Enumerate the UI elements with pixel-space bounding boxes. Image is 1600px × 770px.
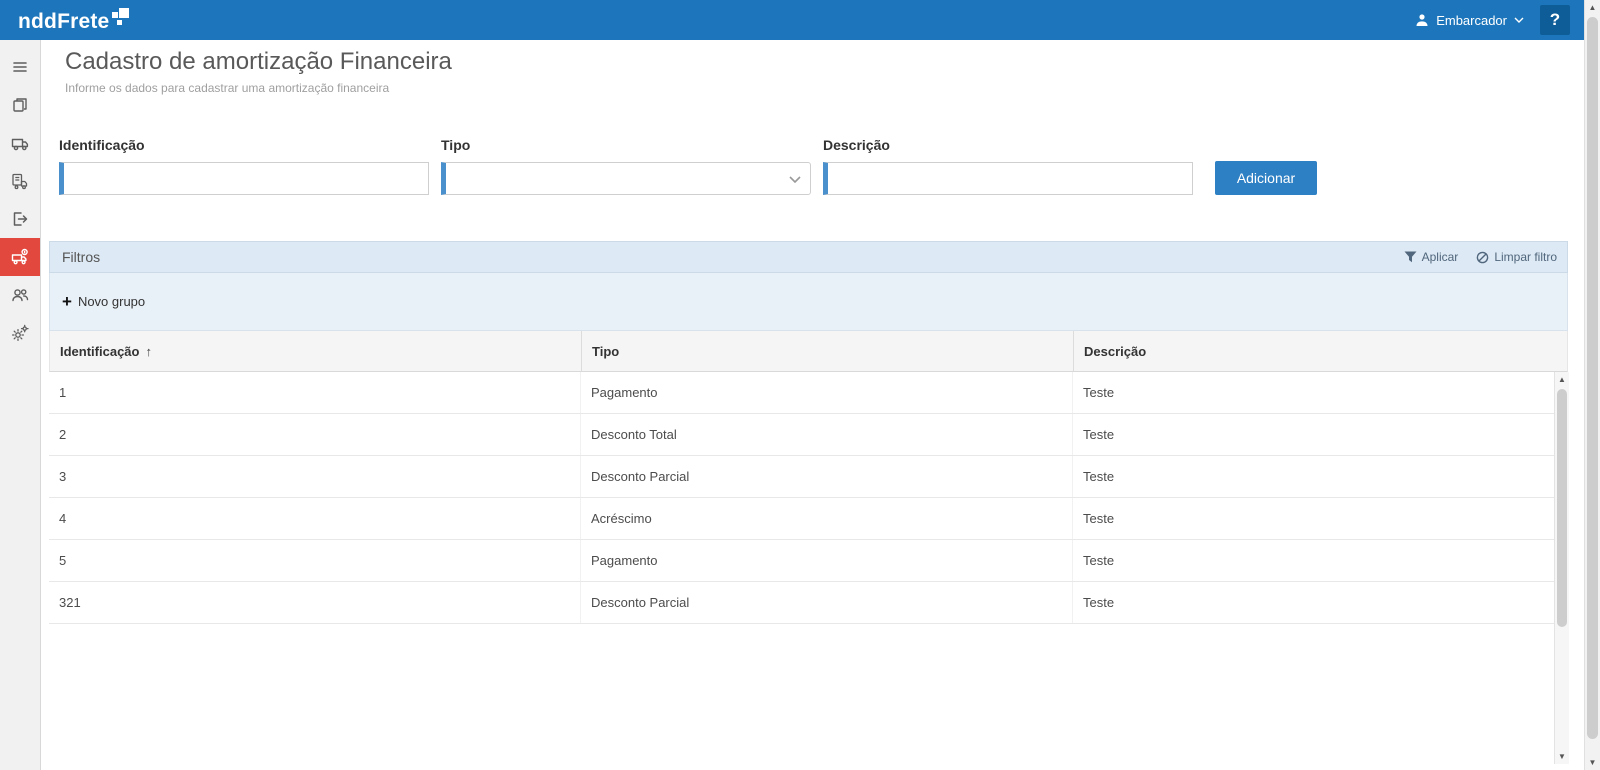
filters-and-table-panel: Filtros Aplicar Limpar filtro [49,241,1568,764]
table-cell: Teste [1073,540,1568,581]
settings-gears-icon [11,324,29,342]
chevron-down-icon [1514,17,1524,23]
select-chevron-down-icon [789,176,801,183]
adicionar-button[interactable]: Adicionar [1215,161,1317,195]
menu-icon [11,58,29,76]
table-cell: Desconto Total [581,414,1073,455]
identificacao-label: Identificação [59,137,429,153]
help-button[interactable]: ? [1540,5,1570,35]
column-header-tipo[interactable]: Tipo [582,331,1074,371]
scroll-down-icon[interactable]: ▼ [1585,755,1600,770]
page-scrollbar-thumb[interactable] [1587,17,1598,739]
plus-icon: + [62,293,72,310]
table-row[interactable]: 4AcréscimoTeste [49,498,1568,540]
sidebar-item-shipments[interactable] [0,162,40,200]
clear-filter-label: Limpar filtro [1494,250,1557,264]
users-icon [11,286,29,304]
brand-text: nddFrete [18,11,109,32]
sidebar-item-exit[interactable] [0,200,40,238]
table-cell: Teste [1073,456,1568,497]
user-icon [1415,13,1429,27]
clear-filter-button[interactable]: Limpar filtro [1476,250,1557,264]
apply-filter-button[interactable]: Aplicar [1404,250,1459,264]
table-cell: 5 [49,540,581,581]
table-body: ▲ ▼ 1PagamentoTeste2Desconto TotalTeste3… [49,372,1568,764]
sidebar-item-documents[interactable] [0,86,40,124]
table-cell: Teste [1073,498,1568,539]
filters-title: Filtros [62,249,100,265]
truck-icon [11,134,29,152]
sidebar-item-menu[interactable] [0,48,40,86]
table-row[interactable]: 321Desconto ParcialTeste [49,582,1568,624]
circle-slash-icon [1476,251,1489,264]
sort-ascending-icon: ↑ [145,344,152,359]
scroll-up-icon[interactable]: ▲ [1585,0,1600,15]
column-label: Descrição [1084,344,1146,359]
descricao-input[interactable] [823,162,1193,195]
table-cell: Pagamento [581,372,1073,413]
table-cell: 2 [49,414,581,455]
column-label: Tipo [592,344,619,359]
table-scrollbar-thumb[interactable] [1557,389,1567,627]
table-cell: 4 [49,498,581,539]
table-cell: 1 [49,372,581,413]
copy-icon [11,96,29,114]
filter-group-area: + Novo grupo [49,273,1568,331]
app-window: nddFrete Embarcador ? [0,0,1600,770]
descricao-label: Descrição [823,137,1193,153]
brand-squares-icon [112,8,129,25]
sidebar-item-settings[interactable] [0,314,40,352]
tipo-label: Tipo [441,137,811,153]
sidebar-item-financial-amortization[interactable] [0,238,40,276]
sidebar-item-transport[interactable] [0,124,40,162]
column-label: Identificação [60,344,139,359]
table-scrollbar[interactable]: ▲ ▼ [1554,372,1569,764]
table-row[interactable]: 5PagamentoTeste [49,540,1568,582]
tipo-select[interactable] [441,162,811,195]
new-group-label: Novo grupo [78,294,145,309]
amortization-form: Identificação Tipo Descrição Adicionar [59,137,1584,195]
freight-payment-icon [11,248,29,266]
table-cell: Desconto Parcial [581,456,1073,497]
table-cell: Desconto Parcial [581,582,1073,623]
table-row[interactable]: 2Desconto TotalTeste [49,414,1568,456]
page-title: Cadastro de amortização Financeira [65,48,1584,76]
table-row[interactable]: 1PagamentoTeste [49,372,1568,414]
scroll-up-icon[interactable]: ▲ [1555,372,1569,387]
table-cell: Pagamento [581,540,1073,581]
table-row[interactable]: 3Desconto ParcialTeste [49,456,1568,498]
table-cell: Acréscimo [581,498,1073,539]
scroll-down-icon[interactable]: ▼ [1555,749,1569,764]
new-group-button[interactable]: + Novo grupo [62,293,145,310]
user-menu[interactable]: Embarcador [1415,13,1524,28]
column-header-identificacao[interactable]: Identificação ↑ [50,331,582,371]
sidebar-item-users[interactable] [0,276,40,314]
help-label: ? [1550,10,1560,30]
apply-filter-label: Aplicar [1422,250,1459,264]
table-cell: Teste [1073,372,1568,413]
page-scrollbar[interactable]: ▲ ▼ [1584,0,1600,770]
table-cell: Teste [1073,582,1568,623]
funnel-icon [1404,251,1417,263]
identificacao-input[interactable] [59,162,429,195]
table-header: Identificação ↑ Tipo Descrição [49,331,1568,372]
table-cell: 3 [49,456,581,497]
left-sidebar [0,40,41,770]
user-menu-label: Embarcador [1436,13,1507,28]
table-cell: Teste [1073,414,1568,455]
page-subtitle: Informe os dados para cadastrar uma amor… [65,81,1584,95]
main-content: Cadastro de amortização Financeira Infor… [41,40,1584,770]
brand-logo[interactable]: nddFrete [18,9,129,32]
filters-bar: Filtros Aplicar Limpar filtro [49,241,1568,273]
logout-icon [11,210,29,228]
table-cell: 321 [49,582,581,623]
column-header-descricao[interactable]: Descrição [1074,331,1567,371]
truck-document-icon [11,172,29,190]
top-header: nddFrete Embarcador ? [0,0,1584,40]
